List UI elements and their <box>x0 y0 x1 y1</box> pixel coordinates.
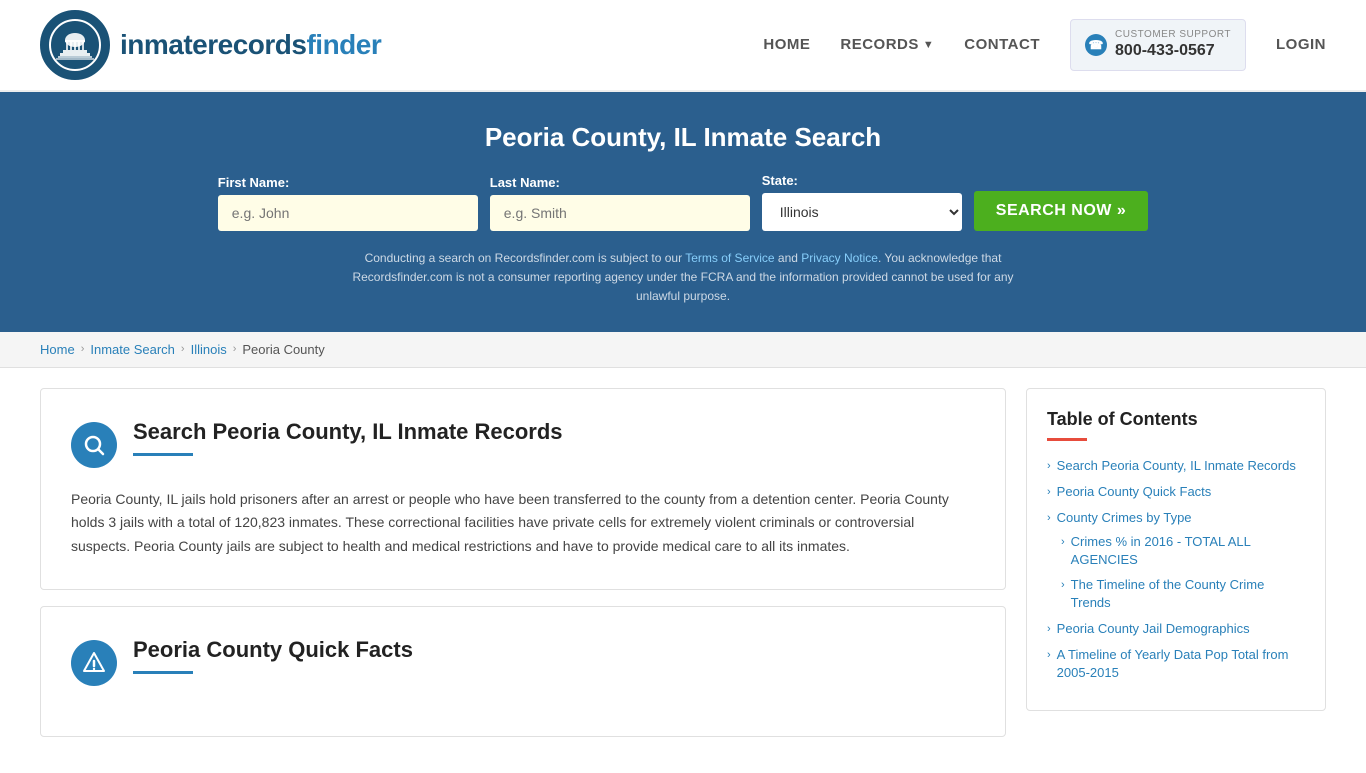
toc-item-3: › County Crimes by Type › Crimes % in 20… <box>1047 509 1305 612</box>
section2-title: Peoria County Quick Facts <box>133 637 413 663</box>
last-name-label: Last Name: <box>490 175 560 190</box>
chevron-right-icon: › <box>1047 622 1051 637</box>
breadcrumb-sep-1: › <box>81 343 85 355</box>
hero-title: Peoria County, IL Inmate Search <box>40 122 1326 153</box>
first-name-input[interactable] <box>218 195 478 231</box>
logo-area: inmaterecordsfinder <box>40 10 381 80</box>
toc-item-4: › Peoria County Jail Demographics <box>1047 620 1305 638</box>
toc-item-5: › A Timeline of Yearly Data Pop Total fr… <box>1047 646 1305 682</box>
phone-icon: ☎ <box>1085 34 1107 56</box>
section1-divider <box>133 453 193 456</box>
breadcrumb-home[interactable]: Home <box>40 342 75 357</box>
search-form: First Name: Last Name: State: Illinois A… <box>40 173 1326 231</box>
section2-divider <box>133 671 193 674</box>
toc-link-5[interactable]: › A Timeline of Yearly Data Pop Total fr… <box>1047 646 1305 682</box>
header: inmaterecordsfinder HOME RECORDS ▼ CONTA… <box>0 0 1366 92</box>
toc-card: Table of Contents › Search Peoria County… <box>1026 388 1326 712</box>
breadcrumb-sep-3: › <box>233 343 237 355</box>
chevron-right-icon: › <box>1047 485 1051 500</box>
breadcrumb-illinois[interactable]: Illinois <box>191 342 227 357</box>
toc-item-2: › Peoria County Quick Facts <box>1047 483 1305 501</box>
main-container: Search Peoria County, IL Inmate Records … <box>0 368 1366 773</box>
toc-title: Table of Contents <box>1047 409 1305 430</box>
toc-subitem-3-1: › Crimes % in 2016 - TOTAL ALL AGENCIES <box>1061 533 1305 569</box>
chevron-right-icon: › <box>1047 511 1051 526</box>
terms-link[interactable]: Terms of Service <box>685 251 774 265</box>
toc-link-3[interactable]: › County Crimes by Type <box>1047 509 1305 527</box>
section1-title: Search Peoria County, IL Inmate Records <box>133 419 563 445</box>
chevron-right-icon: › <box>1047 648 1051 663</box>
sidebar-toc: Table of Contents › Search Peoria County… <box>1026 388 1326 753</box>
breadcrumb-sep-2: › <box>181 343 185 355</box>
breadcrumb-inmate-search[interactable]: Inmate Search <box>90 342 175 357</box>
first-name-group: First Name: <box>218 175 478 231</box>
chevron-down-icon: ▼ <box>923 39 934 51</box>
last-name-group: Last Name: <box>490 175 750 231</box>
support-box[interactable]: ☎ CUSTOMER SUPPORT 800-433-0567 <box>1070 19 1246 71</box>
toc-sublink-3-1[interactable]: › Crimes % in 2016 - TOTAL ALL AGENCIES <box>1061 533 1305 569</box>
breadcrumb: Home › Inmate Search › Illinois › Peoria… <box>0 332 1366 368</box>
support-number: 800-433-0567 <box>1115 41 1231 62</box>
section1-text: Peoria County, IL jails hold prisoners a… <box>71 488 975 559</box>
toc-link-2[interactable]: › Peoria County Quick Facts <box>1047 483 1305 501</box>
section-quick-facts: Peoria County Quick Facts <box>40 606 1006 737</box>
chevron-right-icon: › <box>1061 535 1065 550</box>
search-button[interactable]: SEARCH NOW » <box>974 191 1148 231</box>
toc-subitem-3-2: › The Timeline of the County Crime Trend… <box>1061 576 1305 612</box>
nav-contact[interactable]: CONTACT <box>964 36 1040 53</box>
logo-text: inmaterecordsfinder <box>120 29 381 61</box>
toc-item-1: › Search Peoria County, IL Inmate Record… <box>1047 457 1305 475</box>
logo-icon <box>40 10 110 80</box>
chevron-right-icon: › <box>1061 578 1065 593</box>
search-section-icon <box>71 422 117 468</box>
toc-link-4[interactable]: › Peoria County Jail Demographics <box>1047 620 1305 638</box>
state-select[interactable]: Illinois Alabama Alaska Arizona Californ… <box>762 193 962 231</box>
toc-sublist-3: › Crimes % in 2016 - TOTAL ALL AGENCIES … <box>1047 533 1305 612</box>
toc-divider <box>1047 438 1087 441</box>
alert-section-icon <box>71 640 117 686</box>
nav-login[interactable]: LOGIN <box>1276 36 1326 53</box>
section2-header: Peoria County Quick Facts <box>71 637 975 690</box>
main-nav: HOME RECORDS ▼ CONTACT ☎ CUSTOMER SUPPOR… <box>763 19 1326 71</box>
section1-header: Search Peoria County, IL Inmate Records <box>71 419 975 472</box>
content-left: Search Peoria County, IL Inmate Records … <box>40 388 1006 753</box>
toc-list: › Search Peoria County, IL Inmate Record… <box>1047 457 1305 683</box>
state-label: State: <box>762 173 798 188</box>
nav-home[interactable]: HOME <box>763 36 810 53</box>
breadcrumb-current: Peoria County <box>242 342 324 357</box>
state-group: State: Illinois Alabama Alaska Arizona C… <box>762 173 962 231</box>
toc-link-1[interactable]: › Search Peoria County, IL Inmate Record… <box>1047 457 1305 475</box>
disclaimer-text: Conducting a search on Recordsfinder.com… <box>333 249 1033 307</box>
privacy-link[interactable]: Privacy Notice <box>801 251 878 265</box>
section-inmate-records: Search Peoria County, IL Inmate Records … <box>40 388 1006 590</box>
first-name-label: First Name: <box>218 175 290 190</box>
support-label: CUSTOMER SUPPORT <box>1115 28 1231 41</box>
nav-records[interactable]: RECORDS ▼ <box>840 36 934 53</box>
last-name-input[interactable] <box>490 195 750 231</box>
toc-sublink-3-2[interactable]: › The Timeline of the County Crime Trend… <box>1061 576 1305 612</box>
chevron-right-icon: › <box>1047 459 1051 474</box>
search-hero: Peoria County, IL Inmate Search First Na… <box>0 92 1366 332</box>
